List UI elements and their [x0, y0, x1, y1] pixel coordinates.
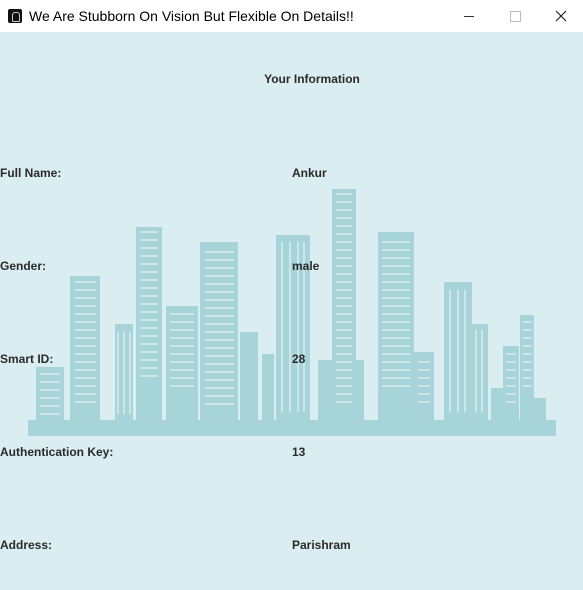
full-name-label: Full Name: [0, 166, 62, 180]
authentication-key-value: 13 [292, 445, 306, 459]
maximize-icon [509, 10, 521, 22]
info-panel: Your Information Full Name: Ankur Gender… [0, 32, 583, 590]
smart-id-label: Smart ID: [0, 352, 54, 366]
city-skyline-image [28, 189, 556, 436]
close-icon [555, 10, 567, 22]
title-bar: We Are Stubborn On Vision But Flexible O… [0, 0, 583, 32]
full-name-value: Ankur [292, 166, 327, 180]
minimize-button[interactable] [446, 0, 492, 32]
address-label: Address: [0, 538, 53, 552]
gender-label: Gender: [0, 259, 47, 273]
page-title: Your Information [264, 72, 360, 86]
window-title: We Are Stubborn On Vision But Flexible O… [29, 8, 354, 24]
smart-id-value: 28 [292, 352, 306, 366]
minimize-icon [464, 15, 474, 17]
authentication-key-label: Authentication Key: [0, 445, 114, 459]
address-value: Parishram [292, 538, 351, 552]
gender-value: male [292, 259, 320, 273]
app-icon [8, 9, 22, 23]
maximize-button[interactable] [492, 0, 538, 32]
close-button[interactable] [538, 0, 583, 32]
